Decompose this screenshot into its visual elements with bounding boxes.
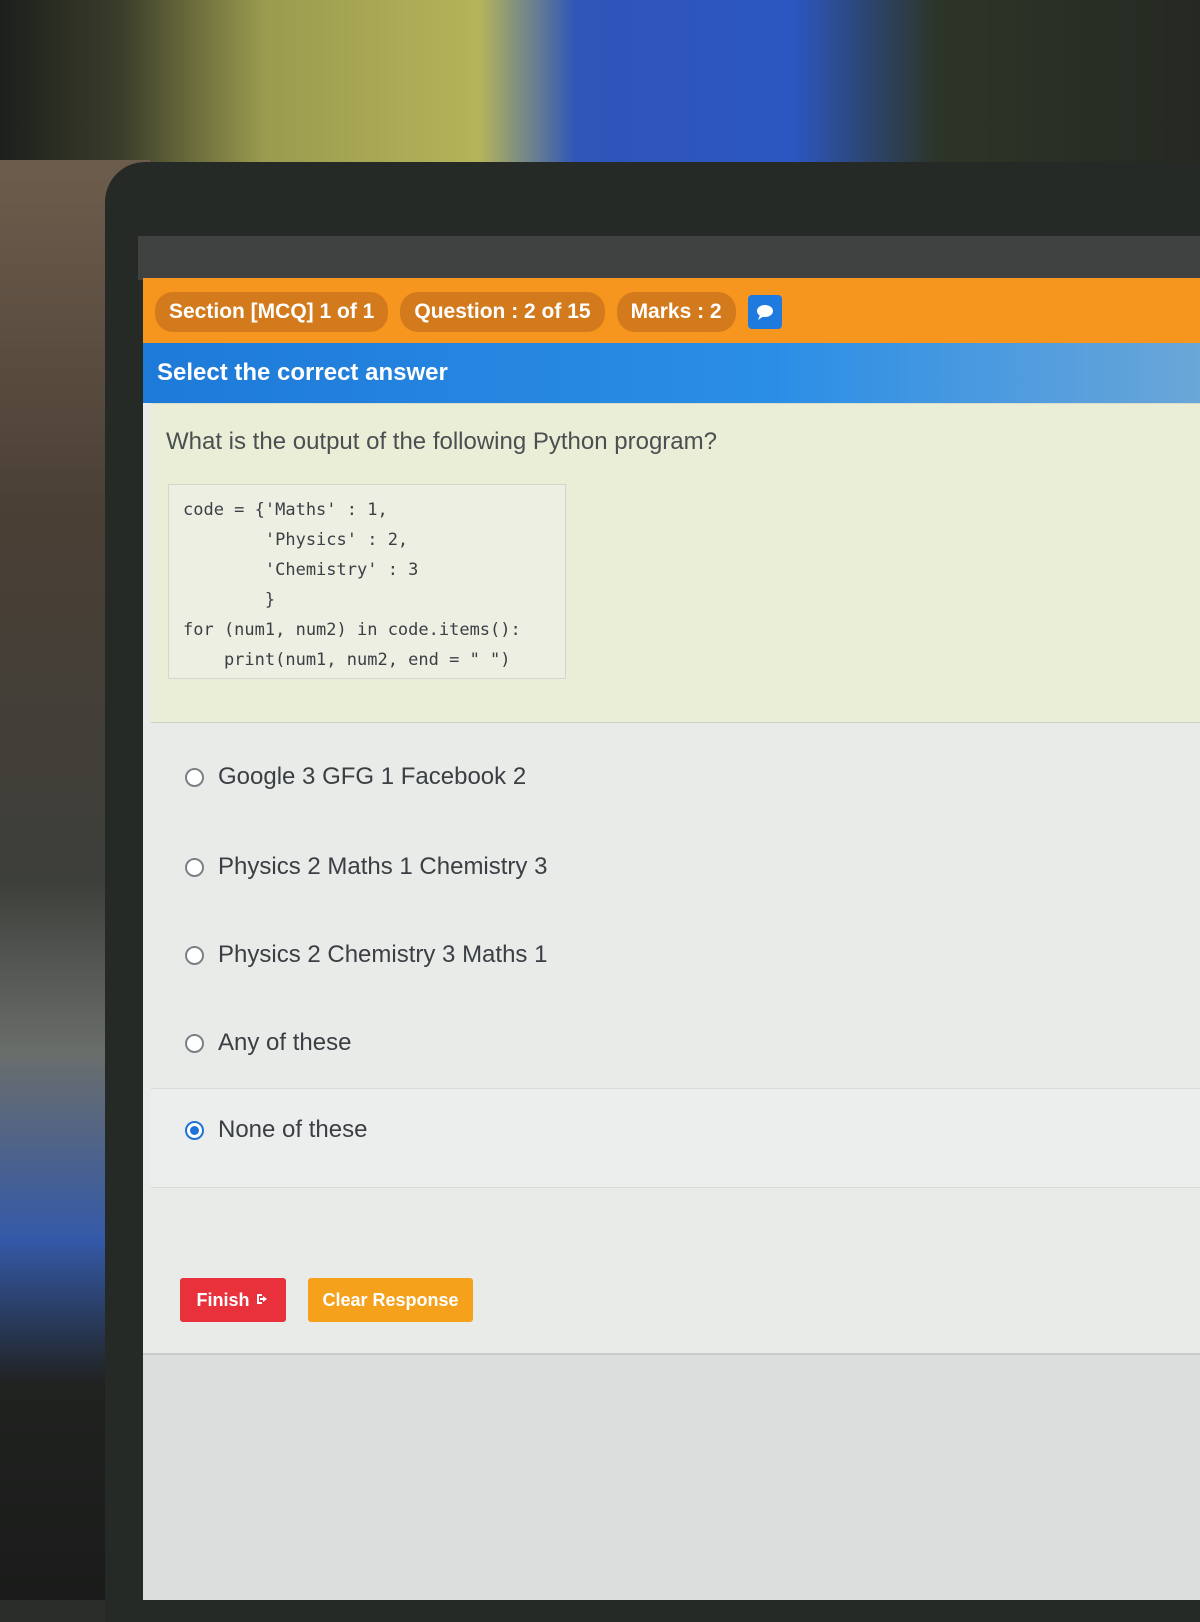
option-label: Google 3 GFG 1 Facebook 2 bbox=[218, 763, 527, 790]
clear-response-button[interactable]: Clear Response bbox=[308, 1278, 473, 1322]
finish-label: Finish bbox=[196, 1289, 250, 1310]
radio-button[interactable] bbox=[185, 767, 204, 787]
chat-icon[interactable] bbox=[747, 295, 782, 329]
question-indicator: Question : 2 of 15 bbox=[400, 292, 605, 332]
option-label: Physics 2 Chemistry 3 Maths 1 bbox=[218, 941, 548, 968]
radio-button[interactable] bbox=[185, 945, 204, 965]
option-label: None of these bbox=[218, 1116, 368, 1143]
code-line: code = {'Maths' : 1, bbox=[183, 500, 388, 520]
exam-screen: Section [MCQ] 1 of 1 Question : 2 of 15 … bbox=[143, 278, 1200, 1600]
question-text: What is the output of the following Pyth… bbox=[166, 428, 717, 455]
code-line: 'Physics' : 2, bbox=[183, 530, 409, 550]
radio-button[interactable] bbox=[185, 857, 204, 877]
option-5[interactable]: None of these bbox=[185, 1116, 367, 1144]
instruction-bar: Select the correct answer bbox=[143, 343, 1200, 403]
question-panel: What is the output of the following Pyth… bbox=[151, 403, 1200, 723]
marks-indicator: Marks : 2 bbox=[616, 292, 736, 332]
exam-header-bar: Section [MCQ] 1 of 1 Question : 2 of 15 … bbox=[143, 278, 1200, 346]
sign-out-icon bbox=[256, 1290, 270, 1311]
code-snippet: code = {'Maths' : 1, 'Physics' : 2, 'Che… bbox=[168, 484, 566, 679]
instruction-text: Select the correct answer bbox=[157, 359, 448, 386]
finish-button[interactable]: Finish bbox=[180, 1278, 286, 1322]
radio-button-selected[interactable] bbox=[185, 1120, 204, 1140]
option-label: Physics 2 Maths 1 Chemistry 3 bbox=[218, 853, 548, 880]
clear-response-label: Clear Response bbox=[322, 1289, 459, 1310]
empty-lower-area bbox=[143, 1353, 1200, 1600]
option-1[interactable]: Google 3 GFG 1 Facebook 2 bbox=[185, 763, 526, 791]
code-line: 'Chemistry' : 3 bbox=[183, 560, 419, 580]
option-2[interactable]: Physics 2 Maths 1 Chemistry 3 bbox=[185, 853, 547, 881]
browser-nav-strip bbox=[138, 236, 1200, 280]
code-line: for (num1, num2) in code.items(): bbox=[183, 620, 521, 640]
code-line: print(num1, num2, end = " ") bbox=[183, 650, 511, 670]
radio-button[interactable] bbox=[185, 1033, 204, 1053]
code-line: } bbox=[183, 590, 276, 610]
option-3[interactable]: Physics 2 Chemistry 3 Maths 1 bbox=[185, 941, 547, 969]
option-label: Any of these bbox=[218, 1029, 352, 1056]
section-indicator: Section [MCQ] 1 of 1 bbox=[155, 292, 389, 332]
option-4[interactable]: Any of these bbox=[185, 1029, 351, 1057]
chat-bubble-icon bbox=[756, 305, 773, 320]
